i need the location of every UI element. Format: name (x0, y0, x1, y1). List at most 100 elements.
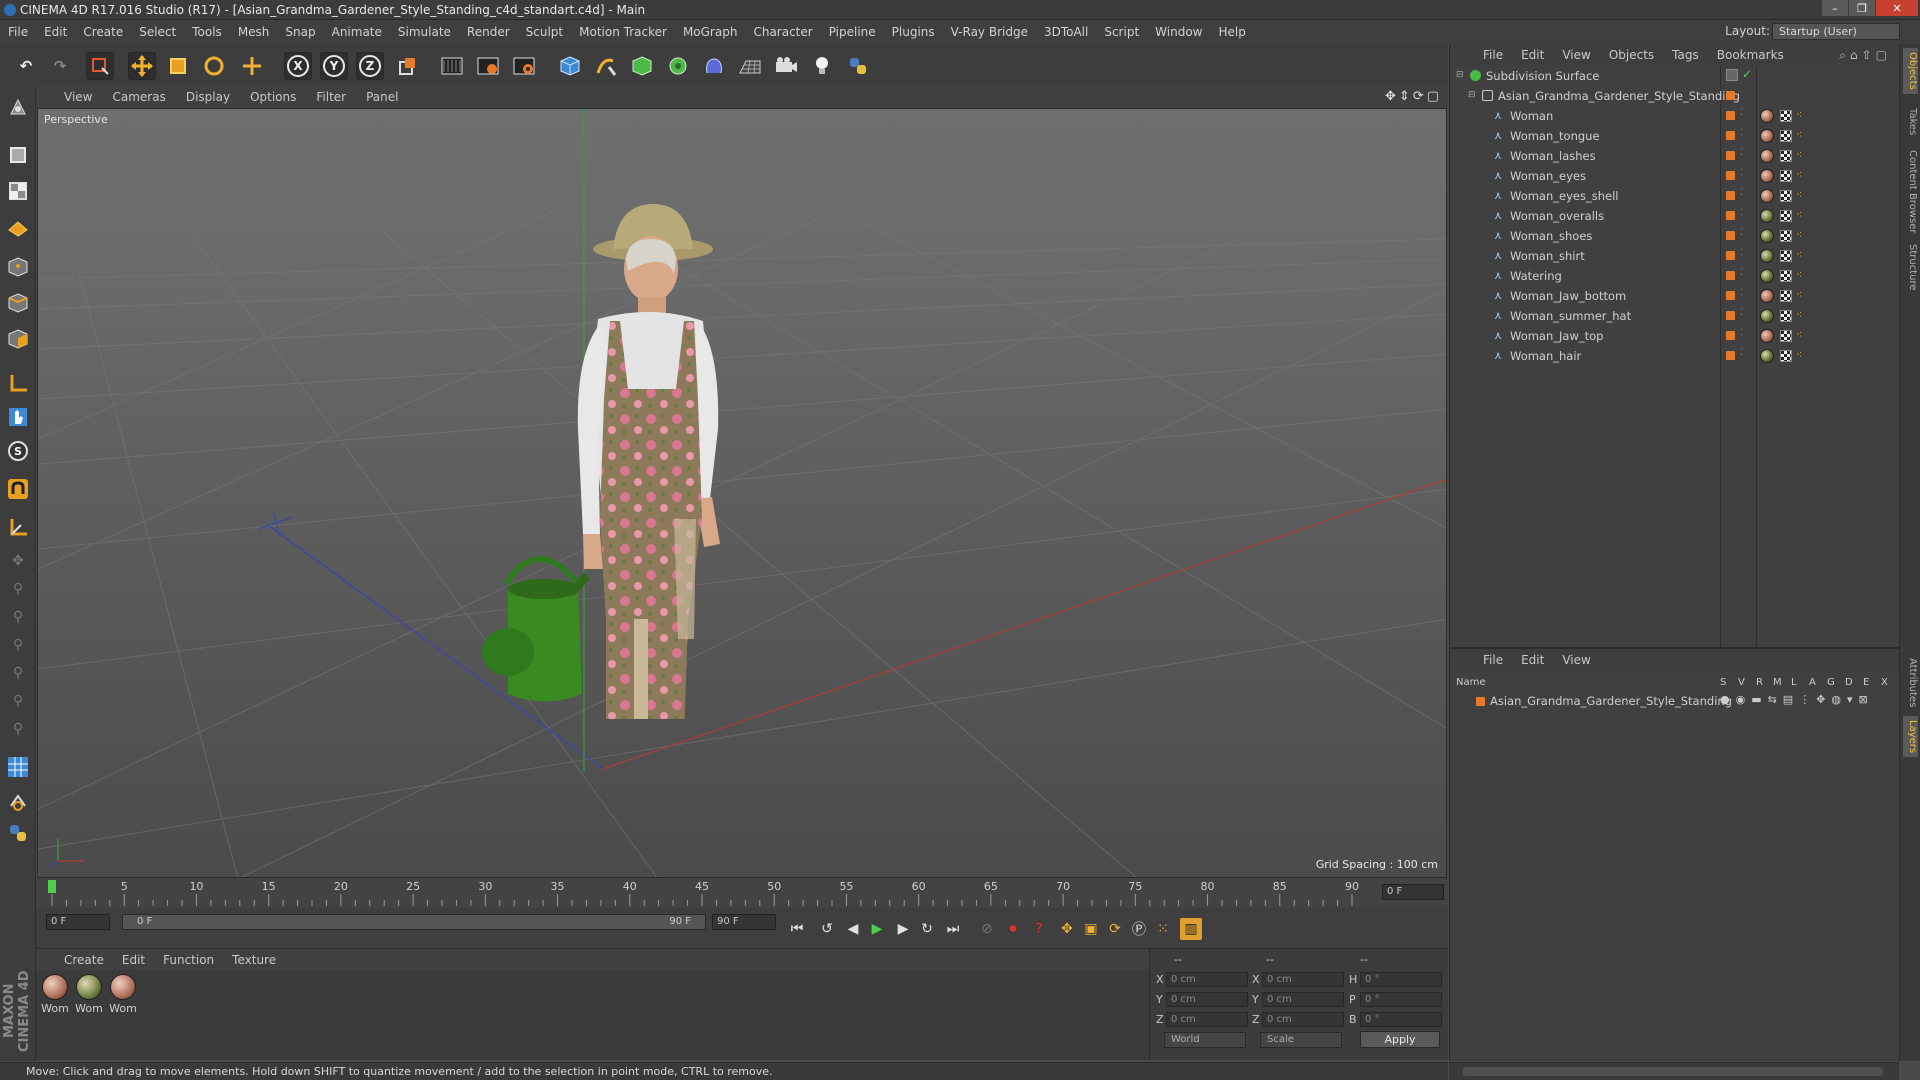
selection-tag-icon[interactable]: ⁖ (1796, 289, 1808, 301)
rotation-p-field[interactable]: 0 ° (1360, 992, 1442, 1007)
menu-mesh[interactable]: Mesh (230, 25, 278, 39)
redo-icon[interactable]: ↷ (46, 52, 74, 80)
visibility-dots-icon[interactable]: ⁚ (1740, 288, 1743, 298)
magnet-icon[interactable] (5, 476, 31, 502)
record-keyframe-icon[interactable]: ⏺ (1002, 918, 1024, 940)
side-tab-takes[interactable]: Takes (1903, 104, 1918, 139)
material-swatch[interactable]: Wom (74, 974, 104, 1015)
selection-tag-icon[interactable]: ⁖ (1796, 209, 1808, 221)
material-tag-icon[interactable] (1760, 109, 1774, 123)
make-editable-icon[interactable] (5, 94, 31, 120)
light-icon[interactable] (808, 52, 836, 80)
objects-menu-view[interactable]: View (1553, 48, 1599, 62)
menu-script[interactable]: Script (1096, 25, 1147, 39)
menu-character[interactable]: Character (745, 25, 820, 39)
render-view-icon[interactable] (438, 52, 466, 80)
editor-visibility-icon[interactable] (1726, 69, 1738, 81)
selection-tag-icon[interactable]: ⁖ (1796, 329, 1808, 341)
menu-select[interactable]: Select (131, 25, 184, 39)
sculpt-knife-icon[interactable]: ⚲ (5, 688, 31, 714)
uvw-tag-icon[interactable] (1780, 170, 1792, 182)
play-icon[interactable]: ▶ (866, 918, 888, 940)
current-frame-field[interactable]: 0 F (1382, 884, 1444, 900)
array-generator-icon[interactable] (664, 52, 692, 80)
object-row[interactable]: ⋏ Woman_eyes ⁚ ⁖ (1450, 166, 1900, 186)
texture-mode-icon[interactable] (5, 178, 31, 204)
layer-color-icon[interactable] (1726, 291, 1735, 300)
live-selection-icon[interactable] (86, 52, 114, 80)
selection-tag-icon[interactable]: ⁖ (1796, 169, 1808, 181)
start-frame-field[interactable]: 0 F (46, 914, 110, 930)
layer-color-icon[interactable] (1726, 331, 1735, 340)
material-menu-function[interactable]: Function (154, 953, 223, 967)
previous-frame-icon[interactable]: ◀ (842, 918, 864, 940)
material-menu-edit[interactable]: Edit (113, 953, 154, 967)
menu-create[interactable]: Create (75, 25, 131, 39)
selection-tag-icon[interactable]: ⁖ (1796, 189, 1808, 201)
layer-color-icon[interactable] (1726, 211, 1735, 220)
edges-mode-icon[interactable] (5, 290, 31, 316)
side-tab-content-browser[interactable]: Content Browser (1903, 146, 1918, 237)
camera-icon[interactable] (772, 52, 800, 80)
menu-render[interactable]: Render (459, 25, 518, 39)
menu-file[interactable]: File (0, 25, 36, 39)
viewport-menu-view[interactable]: View (36, 90, 102, 104)
menu-snap[interactable]: Snap (277, 25, 323, 39)
visibility-dots-icon[interactable]: ⁚ (1740, 148, 1743, 158)
scale-tool-icon[interactable] (164, 52, 192, 80)
x-axis-lock-icon[interactable]: X (284, 52, 312, 80)
visibility-dots-icon[interactable]: ⁚ (1740, 248, 1743, 258)
layer-color-icon[interactable] (1726, 231, 1735, 240)
go-to-end-icon[interactable]: ⏭ (942, 918, 964, 940)
sculpt-pull-icon[interactable]: ⚲ (5, 576, 31, 602)
side-tab-structure[interactable]: Structure (1903, 240, 1918, 295)
rotate-tool-icon[interactable] (200, 52, 228, 80)
key-rotation-icon[interactable]: ⟳ (1104, 918, 1126, 940)
uvw-tag-icon[interactable] (1780, 290, 1792, 302)
layers-menu-edit[interactable]: Edit (1512, 653, 1553, 667)
apply-button[interactable]: Apply (1360, 1031, 1440, 1048)
material-tag-icon[interactable] (1760, 229, 1774, 243)
layer-color-icon[interactable] (1726, 91, 1735, 100)
object-row[interactable]: ⋏ Woman_shoes ⁚ ⁖ (1450, 226, 1900, 246)
layers-menu-file[interactable]: File (1474, 653, 1512, 667)
nurbs-generator-icon[interactable] (628, 52, 656, 80)
polygons-mode-icon[interactable] (5, 326, 31, 352)
menu-tools[interactable]: Tools (184, 25, 230, 39)
object-row[interactable]: ⋏ Woman_Jaw_bottom ⁚ ⁖ (1450, 286, 1900, 306)
layer-color-icon[interactable] (1726, 311, 1735, 320)
object-row[interactable]: ⋏ Woman_eyes_shell ⁚ ⁖ (1450, 186, 1900, 206)
size-z-field[interactable]: 0 cm (1262, 1012, 1344, 1027)
motion-record-icon[interactable]: ⊘ (976, 918, 998, 940)
layer-flags-icons[interactable]: ●◉▬⇆▤⋮✥◍▾⊠ (1720, 693, 1874, 706)
visibility-dots-icon[interactable]: ⁚ (1740, 108, 1743, 118)
menu-pipeline[interactable]: Pipeline (821, 25, 884, 39)
selection-tag-icon[interactable]: ⁖ (1796, 109, 1808, 121)
object-row[interactable]: ⋏ Woman_summer_hat ⁚ ⁖ (1450, 306, 1900, 326)
visibility-dots-icon[interactable]: ⁚ (1740, 308, 1743, 318)
menu-animate[interactable]: Animate (324, 25, 390, 39)
z-axis-lock-icon[interactable]: Z (356, 52, 384, 80)
coordinate-system-icon[interactable] (394, 52, 422, 80)
go-to-start-icon[interactable]: ⏮ (786, 918, 808, 940)
material-tag-icon[interactable] (1760, 289, 1774, 303)
size-mode-dropdown[interactable]: Scale (1260, 1032, 1342, 1048)
points-mode-icon[interactable] (5, 254, 31, 280)
visibility-dots-icon[interactable]: ⁚ (1740, 168, 1743, 178)
layer-color-icon[interactable] (1726, 251, 1735, 260)
end-frame-field[interactable]: 90 F (712, 914, 776, 930)
render-settings-icon[interactable] (510, 52, 538, 80)
size-y-field[interactable]: 0 cm (1262, 992, 1344, 1007)
visibility-dots-icon[interactable]: ⁚ (1740, 228, 1743, 238)
key-position-icon[interactable]: ✥ (1056, 918, 1078, 940)
objects-menu-bookmarks[interactable]: Bookmarks (1708, 48, 1793, 62)
material-tag-icon[interactable] (1760, 349, 1774, 363)
previous-key-icon[interactable]: ↺ (816, 918, 838, 940)
menu-vray-bridge[interactable]: V-Ray Bridge (943, 25, 1036, 39)
material-tag-icon[interactable] (1760, 169, 1774, 183)
position-z-field[interactable]: 0 cm (1166, 1012, 1248, 1027)
object-row-group[interactable]: ⊟ Asian_Grandma_Gardener_Style_Standing (1450, 86, 1900, 106)
uvw-tag-icon[interactable] (1780, 250, 1792, 262)
uvw-tag-icon[interactable] (1780, 230, 1792, 242)
scrollbar-thumb[interactable] (1463, 1067, 1883, 1076)
